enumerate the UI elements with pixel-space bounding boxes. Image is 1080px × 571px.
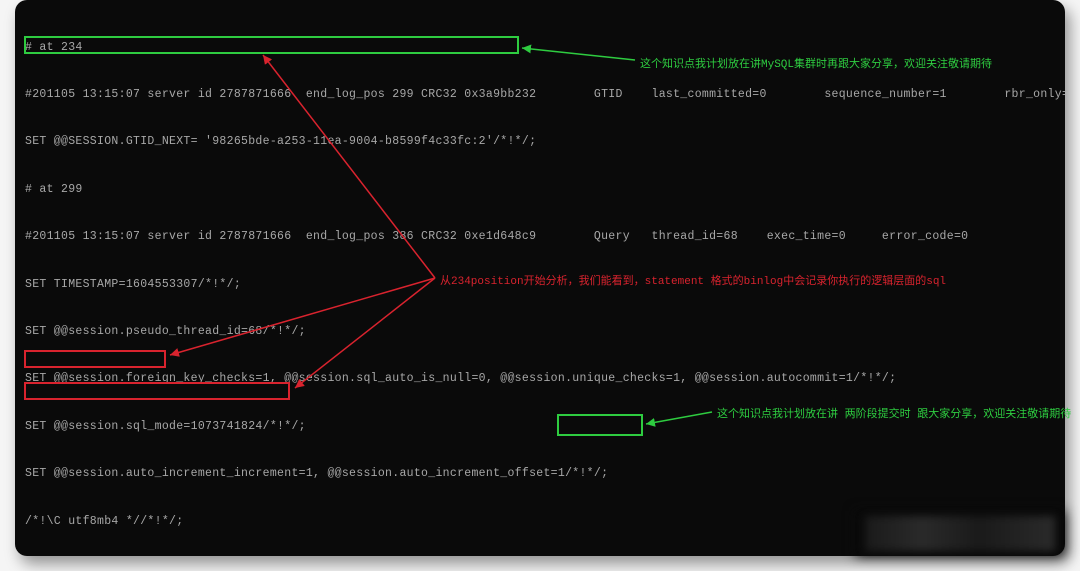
log-line: #201105 13:15:07 server id 2787871666 en… <box>25 87 1055 103</box>
annotation-gtid: 这个知识点我计划放在讲MySQL集群时再跟大家分享，欢迎关注敬请期待 <box>640 55 992 71</box>
highlight-box-xid <box>557 414 643 436</box>
log-line: SET @@SESSION.GTID_NEXT= '98265bde-a253-… <box>25 134 1055 150</box>
highlight-box-use-db <box>24 350 166 368</box>
annotation-xid: 这个知识点我计划放在讲 两阶段提交时 跟大家分享，欢迎关注敬请期待 <box>717 405 1071 421</box>
annotation-statement: 从234position开始分析，我们能看到，statement 格式的binl… <box>440 272 946 288</box>
highlight-box-gtid <box>24 36 519 54</box>
log-line: SET @@session.auto_increment_increment=1… <box>25 466 1055 482</box>
log-line: SET @@session.pseudo_thread_id=68/*!*/; <box>25 324 1055 340</box>
highlight-box-insert <box>24 382 290 400</box>
log-line: #201105 13:15:07 server id 2787871666 en… <box>25 229 1055 245</box>
log-line: # at 299 <box>25 182 1055 198</box>
log-line: SET @@session.sql_mode=1073741824/*!*/; <box>25 419 1055 435</box>
watermark-blur-inner <box>865 516 1055 551</box>
